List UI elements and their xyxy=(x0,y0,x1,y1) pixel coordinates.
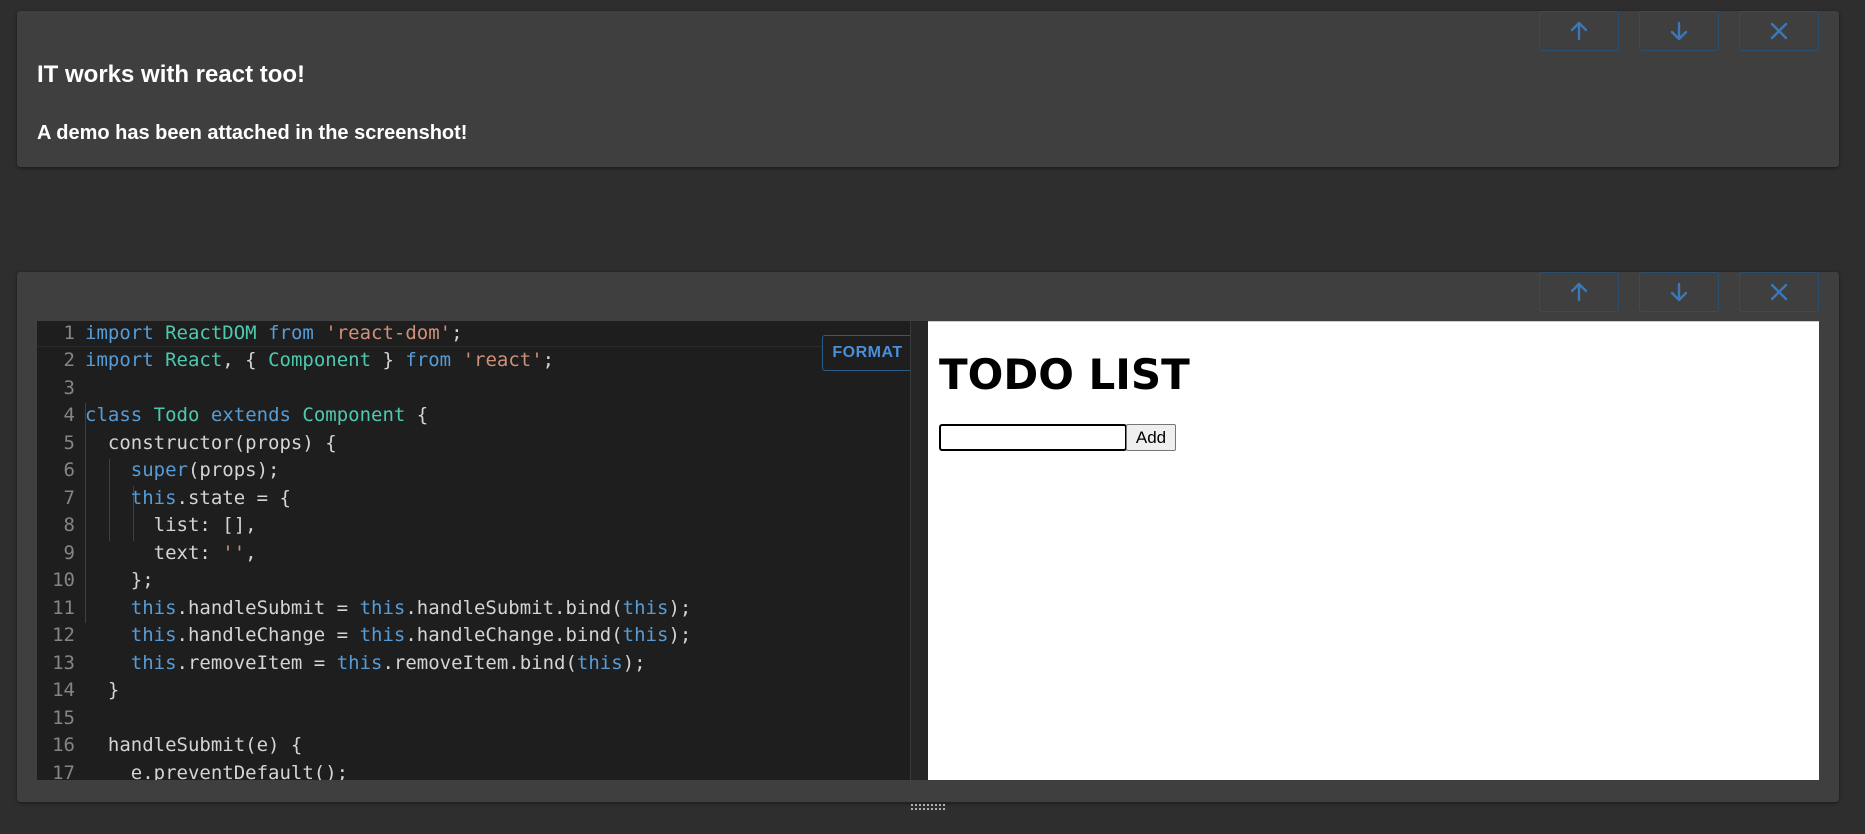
close-icon xyxy=(1770,22,1788,40)
code-text: handleSubmit(e) { xyxy=(85,734,303,757)
code-line[interactable]: 13 this.removeItem = this.removeItem.bin… xyxy=(37,649,912,677)
code-text: this.removeItem = this.removeItem.bind(t… xyxy=(130,651,646,674)
code-text: }; xyxy=(85,569,154,592)
code-line[interactable]: 6 super(props); xyxy=(37,457,912,485)
move-down-button[interactable] xyxy=(1639,272,1719,312)
line-number: 1 xyxy=(63,321,75,344)
code-text: super(props); xyxy=(130,459,280,482)
line-number: 3 xyxy=(63,376,75,399)
line-number: 16 xyxy=(52,734,75,757)
code-line[interactable]: 2 import React, { Component } from 'react… xyxy=(37,347,912,375)
code-line[interactable]: 4 class Todo extends Component { xyxy=(37,402,912,430)
preview-pane: TODO LIST Add xyxy=(928,321,1819,780)
line-number: 8 xyxy=(63,514,75,537)
code-line[interactable]: 17 e.preventDefault(); xyxy=(37,759,912,780)
code-text: this.state = { xyxy=(130,486,291,509)
code-text: constructor(props) { xyxy=(107,431,337,454)
arrow-up-icon xyxy=(1570,21,1588,41)
delete-card-button[interactable] xyxy=(1739,272,1819,312)
card-controls xyxy=(1539,272,1819,312)
card-controls xyxy=(1539,11,1819,51)
code-text: } xyxy=(85,679,120,702)
code-line[interactable]: 7 this.state = { xyxy=(37,484,912,512)
code-line[interactable]: 3 xyxy=(37,374,912,402)
code-text: text: '', xyxy=(85,541,257,564)
line-number: 15 xyxy=(52,706,75,729)
arrow-down-icon xyxy=(1670,282,1688,302)
delete-card-button[interactable] xyxy=(1739,11,1819,51)
code-text: import React, { Component } from 'react'… xyxy=(85,349,555,372)
line-number: 7 xyxy=(63,486,75,509)
code-text: import ReactDOM from 'react-dom'; xyxy=(85,321,463,344)
line-number: 5 xyxy=(63,431,75,454)
line-number: 10 xyxy=(52,569,75,592)
resize-handle[interactable] xyxy=(908,804,948,814)
line-number: 2 xyxy=(63,349,75,372)
code-text: class Todo extends Component { xyxy=(85,404,429,427)
add-button[interactable]: Add xyxy=(1126,424,1176,451)
code-text: this.handleSubmit = this.handleSubmit.bi… xyxy=(130,596,692,619)
code-text: e.preventDefault(); xyxy=(85,761,349,780)
code-line[interactable]: 1 import ReactDOM from 'react-dom'; xyxy=(37,321,912,347)
line-number: 13 xyxy=(52,651,75,674)
code-line[interactable]: 14 } xyxy=(37,677,912,705)
code-card: 1 import ReactDOM from 'react-dom'; 2 impor… xyxy=(17,272,1839,802)
code-editor[interactable]: 1 import ReactDOM from 'react-dom'; 2 impor… xyxy=(37,321,912,780)
close-icon xyxy=(1770,283,1788,301)
markdown-card: IT works with react too! A demo has been… xyxy=(17,11,1839,167)
code-line[interactable]: 5 constructor(props) { xyxy=(37,429,912,457)
card-paragraph: A demo has been attached in the screensh… xyxy=(37,122,468,144)
code-line[interactable]: 11 this.handleSubmit = this.handleSubmit… xyxy=(37,594,912,622)
card-heading: IT works with react too! xyxy=(37,61,306,88)
code-line[interactable]: 16 handleSubmit(e) { xyxy=(37,732,912,760)
todo-title: TODO LIST xyxy=(939,350,1190,399)
line-number: 4 xyxy=(63,404,75,427)
line-number: 6 xyxy=(63,459,75,482)
line-number: 11 xyxy=(52,596,75,619)
arrow-down-icon xyxy=(1670,21,1688,41)
code-line[interactable]: 15 xyxy=(37,704,912,732)
format-button[interactable]: FORMAT xyxy=(822,335,913,371)
line-number: 9 xyxy=(63,541,75,564)
line-number: 17 xyxy=(52,761,75,780)
move-down-button[interactable] xyxy=(1639,11,1719,51)
code-text: this.handleChange = this.handleChange.bi… xyxy=(130,624,692,647)
code-line[interactable]: 9 text: '', xyxy=(37,539,912,567)
code-text: list: [], xyxy=(85,514,257,537)
code-line[interactable]: 8 list: [], xyxy=(37,512,912,540)
line-number: 12 xyxy=(52,624,75,647)
line-number: 14 xyxy=(52,679,75,702)
pane-splitter[interactable] xyxy=(910,321,930,780)
todo-input[interactable] xyxy=(939,424,1127,451)
move-up-button[interactable] xyxy=(1539,272,1619,312)
code-line[interactable]: 12 this.handleChange = this.handleChange… xyxy=(37,622,912,650)
move-up-button[interactable] xyxy=(1539,11,1619,51)
code-line[interactable]: 10 }; xyxy=(37,567,912,595)
arrow-up-icon xyxy=(1570,282,1588,302)
